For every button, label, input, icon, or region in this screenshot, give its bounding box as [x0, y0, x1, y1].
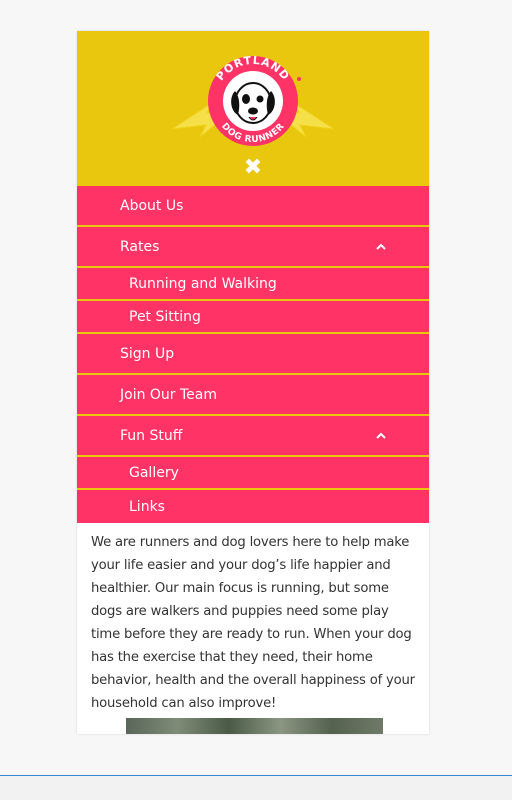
nav-item-label: Links: [129, 498, 165, 515]
nav-item-label: Gallery: [129, 464, 179, 481]
portland-dog-runner-logo[interactable]: PORTLAND DOG RUNNER: [172, 51, 334, 151]
nav-item-label: Sign Up: [120, 345, 175, 362]
dog-photo: [126, 718, 383, 734]
nav-item-about-us[interactable]: About Us: [77, 186, 429, 227]
nav-item-label: Pet Sitting: [129, 308, 201, 325]
nav-item-fun-stuff[interactable]: Fun Stuff: [77, 416, 429, 457]
nav-item-label: Fun Stuff: [120, 427, 183, 444]
close-menu-icon[interactable]: ✖: [241, 155, 265, 181]
nav-item-rates[interactable]: Rates: [77, 227, 429, 268]
nav-item-label: Running and Walking: [129, 275, 277, 292]
nav-item-label: About Us: [120, 197, 184, 214]
nav-subitem-running-and-walking[interactable]: Running and Walking: [77, 268, 429, 301]
chevron-up-icon[interactable]: [375, 227, 387, 266]
nav-subitem-links[interactable]: Links: [77, 490, 429, 523]
bottom-bar: [0, 776, 512, 800]
nav-subitem-pet-sitting[interactable]: Pet Sitting: [77, 301, 429, 334]
chevron-up-icon[interactable]: [375, 416, 387, 455]
mobile-nav-menu: About Us Rates Running and Walking Pet S…: [77, 186, 429, 523]
mobile-viewport: PORTLAND DOG RUNNER ✖ About Us Rates Run…: [77, 31, 429, 734]
nav-item-join-our-team[interactable]: Join Our Team: [77, 375, 429, 416]
intro-paragraph: We are runners and dog lovers here to he…: [91, 535, 415, 712]
site-header: PORTLAND DOG RUNNER ✖: [77, 31, 429, 186]
nav-item-label: Join Our Team: [120, 386, 218, 403]
nav-subitem-gallery[interactable]: Gallery: [77, 457, 429, 490]
nav-item-sign-up[interactable]: Sign Up: [77, 334, 429, 375]
nav-item-label: Rates: [120, 238, 160, 255]
